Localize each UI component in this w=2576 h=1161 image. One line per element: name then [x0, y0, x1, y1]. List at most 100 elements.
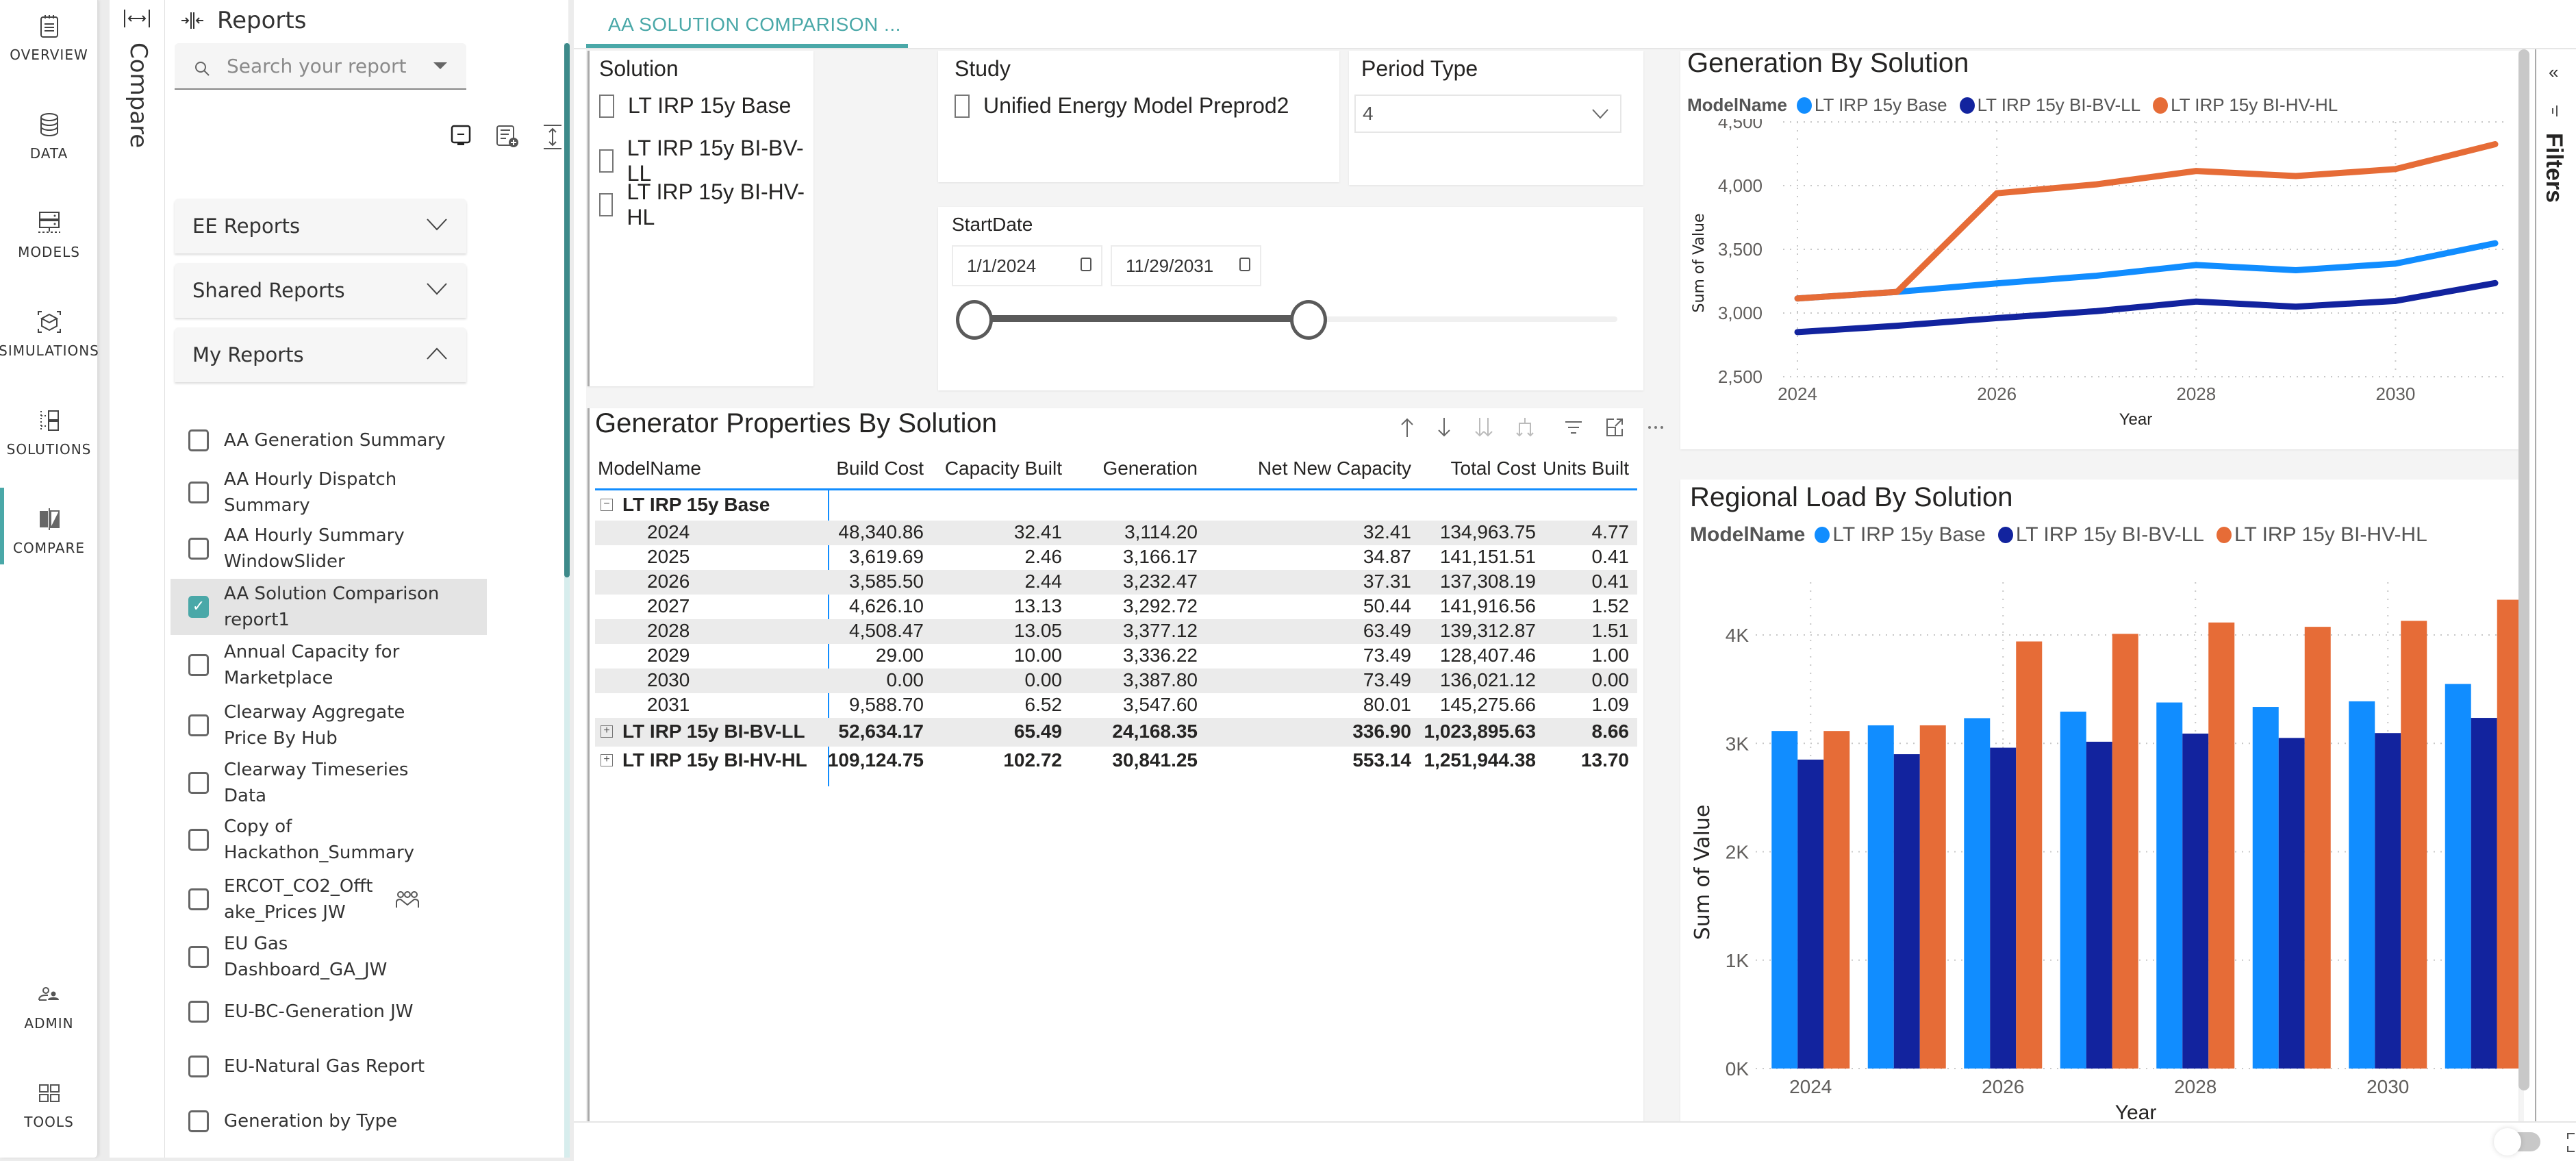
checkbox[interactable]: [188, 946, 209, 968]
legend-item[interactable]: LT IRP 15y BI-HV-HL: [2217, 523, 2427, 547]
legend-item[interactable]: LT IRP 15y Base: [1815, 523, 1986, 547]
checkbox[interactable]: [188, 888, 209, 910]
group-row[interactable]: LT IRP 15y BI-HV-HL 109,124.75 102.72 30,84…: [595, 747, 1637, 775]
checkbox[interactable]: [188, 829, 209, 851]
checkbox[interactable]: [599, 193, 614, 216]
report-item[interactable]: EU-Natural Gas Report: [175, 1039, 466, 1094]
column-header[interactable]: Generation: [1102, 458, 1198, 479]
minimize-report-icon[interactable]: [449, 123, 474, 148]
column-header[interactable]: ModelName: [598, 458, 701, 479]
solution-option[interactable]: LT IRP 15y BI-BV-LL: [599, 136, 813, 186]
period-type-dropdown[interactable]: 4: [1354, 95, 1621, 133]
table-row[interactable]: 2027 4,626.10 13.13 3,292.72 50.44 141,916.56…: [595, 595, 1637, 619]
report-item[interactable]: Copy of Hackathon_Summary: [175, 810, 466, 869]
sort-down-icon[interactable]: [1436, 416, 1452, 438]
add-report-icon[interactable]: [494, 123, 522, 148]
checkbox[interactable]: [955, 94, 970, 118]
focus-mode-icon[interactable]: [1604, 416, 1625, 438]
checkbox-checked[interactable]: ✓: [188, 596, 209, 618]
date-range-start-handle[interactable]: [956, 300, 993, 340]
column-header[interactable]: Build Cost: [836, 458, 924, 479]
column-header[interactable]: Units Built: [1543, 458, 1629, 479]
checkbox[interactable]: [188, 772, 209, 794]
legend-item[interactable]: LT IRP 15y BI-HV-HL: [2153, 95, 2338, 116]
fullscreen-icon[interactable]: [2566, 1132, 2576, 1153]
report-item[interactable]: Clearway Timeseries Data: [175, 756, 466, 810]
table-row[interactable]: 2026 3,585.50 2.44 3,232.47 37.31 137,308.19 0…: [595, 570, 1637, 595]
filters-pane[interactable]: « Filters: [2535, 49, 2576, 1121]
nav-simulations[interactable]: SIMULATIONS: [0, 308, 99, 359]
table-row[interactable]: 2024 48,340.86 32.41 3,114.20 32.41 134,963.7…: [595, 521, 1637, 545]
expand-horizontal-icon[interactable]: [123, 8, 151, 29]
group-row[interactable]: LT IRP 15y Base −: [595, 490, 1637, 521]
nav-admin[interactable]: ADMIN: [0, 981, 98, 1032]
nav-solutions[interactable]: SOLUTIONS: [0, 407, 98, 458]
nav-compare[interactable]: COMPARE: [0, 505, 98, 556]
report-item[interactable]: Annual Capacity for Marketplace: [175, 635, 466, 695]
report-item[interactable]: AA Generation Summary: [175, 414, 466, 466]
search-dropdown-icon[interactable]: [433, 62, 447, 69]
checkbox[interactable]: [188, 654, 209, 676]
table-row[interactable]: 2029 29.00 10.00 3,336.22 73.49 128,407.46 1.0…: [595, 644, 1637, 669]
checkbox[interactable]: [188, 714, 209, 736]
toggle-knob[interactable]: [2494, 1128, 2521, 1156]
collapse-panel-icon[interactable]: [180, 10, 205, 31]
section-ee-reports[interactable]: EE Reports: [175, 199, 466, 253]
panel-scroll-thumb[interactable]: [564, 43, 570, 577]
solution-option[interactable]: LT IRP 15y Base: [599, 93, 791, 118]
nav-models[interactable]: MODELS: [0, 210, 98, 260]
nav-overview[interactable]: OVERVIEW: [0, 12, 98, 63]
calendar-icon[interactable]: [1081, 258, 1091, 271]
expand-icon[interactable]: +: [601, 725, 613, 738]
checkbox[interactable]: [599, 94, 614, 118]
legend-item[interactable]: LT IRP 15y Base: [1796, 95, 1947, 116]
checkbox[interactable]: [188, 1056, 209, 1077]
drill-icon[interactable]: [1515, 416, 1535, 438]
table-row[interactable]: 2031 9,588.70 6.52 3,547.60 80.01 145,275.66 1…: [595, 693, 1637, 718]
canvas-vertical-scrollbar[interactable]: [2518, 49, 2529, 1090]
column-header[interactable]: Net New Capacity: [1258, 458, 1411, 479]
table-row[interactable]: 2028 4,508.47 13.05 3,377.12 63.49 139,312.87…: [595, 619, 1637, 644]
report-item[interactable]: ERCOT_CO2_Offtake_Prices JW: [175, 869, 466, 929]
report-item[interactable]: EU Gas Dashboard_GA_JW: [175, 929, 466, 984]
report-item[interactable]: AA Hourly Dispatch Summary: [175, 466, 466, 519]
report-item[interactable]: Clearway Aggregate Price By Hub: [175, 695, 466, 756]
view-toggle[interactable]: [2494, 1128, 2540, 1156]
expand-filters-icon[interactable]: «: [2549, 62, 2558, 83]
column-header[interactable]: Capacity Built: [945, 458, 1062, 479]
nav-tools[interactable]: TOOLS: [0, 1079, 98, 1130]
more-options-icon[interactable]: [1645, 416, 1666, 438]
start-date-from-input[interactable]: 1/1/2024: [952, 245, 1102, 286]
report-item-selected[interactable]: ✓ AA Solution Comparison report1: [171, 579, 487, 635]
tab-aa-solution-comparison[interactable]: AA SOLUTION COMPARISON ...: [586, 0, 908, 49]
legend-item[interactable]: LT IRP 15y BI-BV-LL: [1997, 523, 2204, 547]
calendar-icon[interactable]: [1239, 258, 1250, 271]
checkbox[interactable]: [188, 429, 209, 451]
column-header[interactable]: Total Cost: [1451, 458, 1537, 479]
checkbox[interactable]: [188, 482, 209, 503]
report-item[interactable]: AA Hourly Summary WindowSlider: [175, 519, 466, 579]
sort-up-icon[interactable]: [1399, 416, 1415, 438]
filter-icon[interactable]: [1563, 416, 1584, 438]
start-date-to-input[interactable]: 11/29/2031: [1111, 245, 1261, 286]
checkbox[interactable]: [188, 538, 209, 560]
expand-vertical-icon[interactable]: [542, 123, 563, 151]
expand-icon[interactable]: +: [601, 754, 613, 766]
legend-item[interactable]: LT IRP 15y BI-BV-LL: [1959, 95, 2141, 116]
section-my-reports[interactable]: My Reports: [175, 327, 466, 382]
report-item[interactable]: EU-BC-Generation JW: [175, 984, 466, 1039]
checkbox[interactable]: [188, 1110, 209, 1132]
checkbox[interactable]: [188, 1001, 209, 1023]
date-range-end-handle[interactable]: [1289, 300, 1327, 340]
collapse-icon[interactable]: −: [601, 499, 613, 511]
report-search-input[interactable]: Search your report: [175, 43, 466, 90]
solution-option[interactable]: LT IRP 15y BI-HV-HL: [599, 179, 813, 230]
section-shared-reports[interactable]: Shared Reports: [175, 263, 466, 318]
panel-scrollbar[interactable]: [564, 43, 570, 1158]
nav-data[interactable]: DATA: [0, 111, 98, 162]
table-row[interactable]: 2030 0.00 0.00 3,387.80 73.49 136,021.12 0.00: [595, 669, 1637, 693]
report-item[interactable]: Generation by Type: [175, 1094, 466, 1149]
checkbox[interactable]: [599, 149, 614, 173]
table-row[interactable]: 2025 3,619.69 2.46 3,166.17 34.87 141,151.51 0…: [595, 545, 1637, 570]
expand-all-icon[interactable]: [1473, 416, 1495, 438]
